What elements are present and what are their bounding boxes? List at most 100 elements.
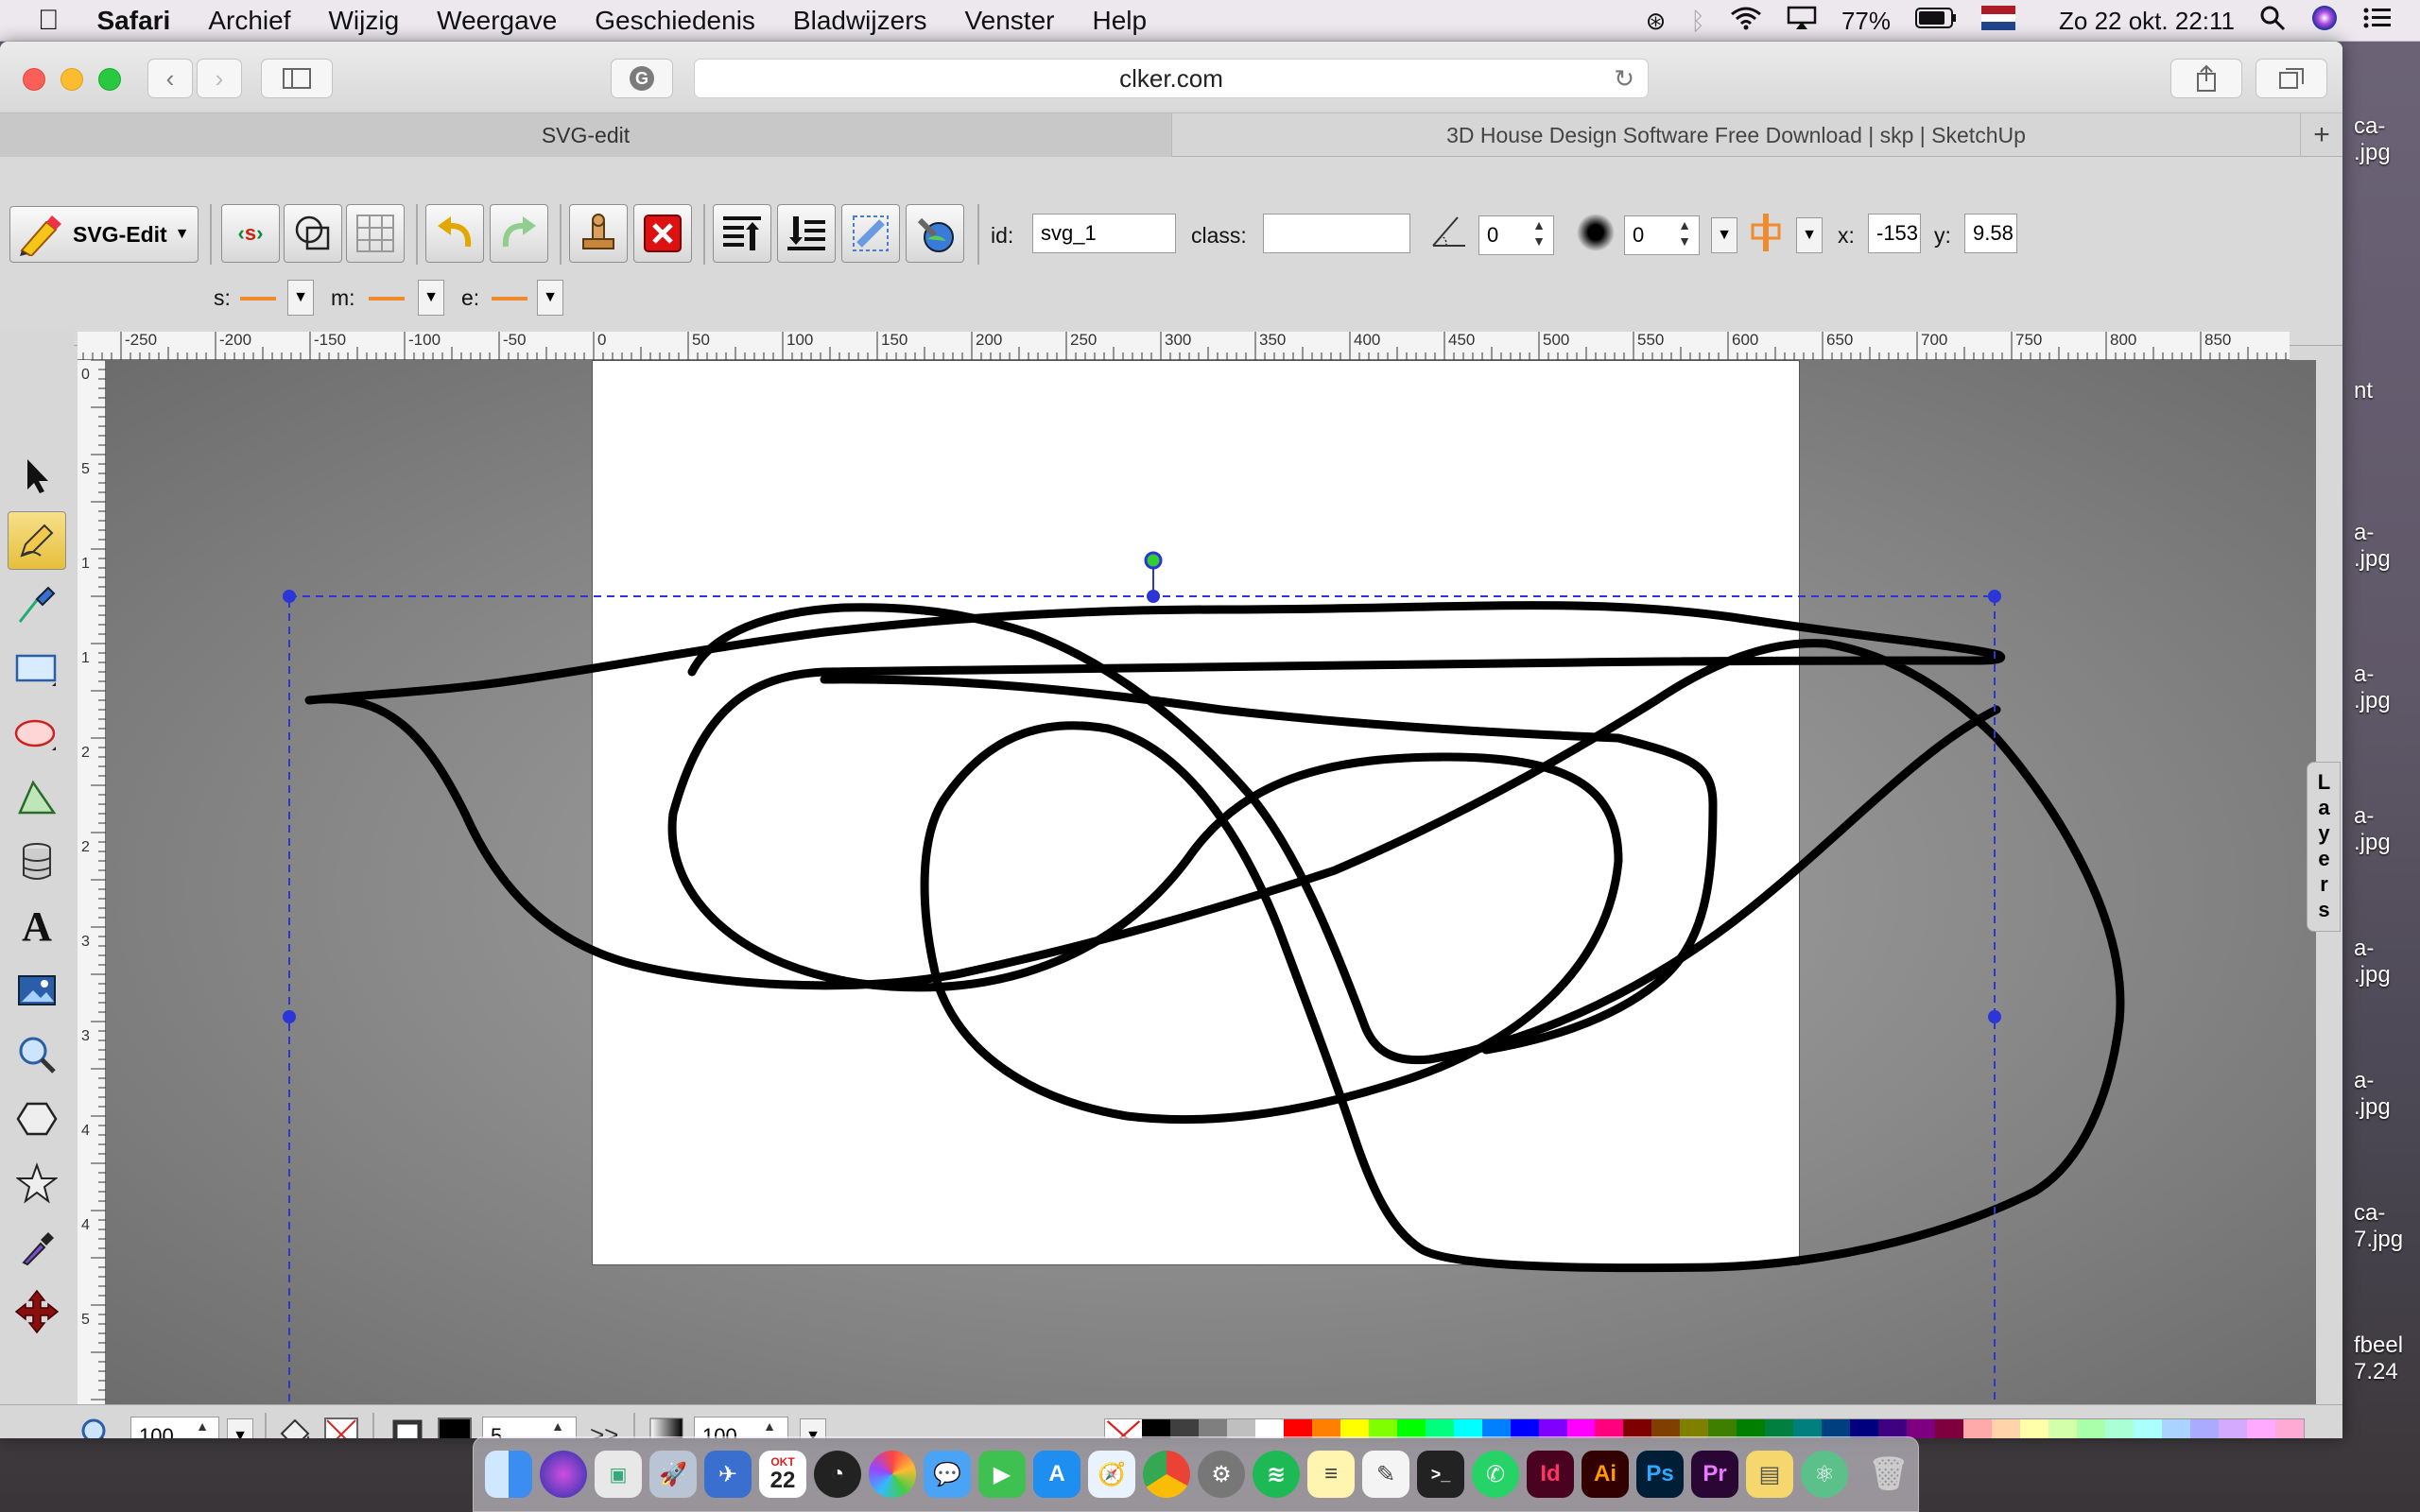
tab-svg-edit[interactable]: SVG-edit (0, 113, 1172, 157)
indesign-icon[interactable]: Id (1527, 1451, 1574, 1498)
bluetooth-icon[interactable]: ᛒ (1690, 7, 1705, 36)
notes-icon[interactable]: ≡ (1307, 1451, 1355, 1498)
calendar-icon[interactable]: OKT 22 (759, 1451, 806, 1498)
show-tabs-button[interactable] (2256, 59, 2327, 98)
finder-icon[interactable] (485, 1451, 532, 1498)
terminal-icon[interactable]: >_ (1417, 1451, 1464, 1498)
marker-end-dropdown[interactable]: ▼ (537, 280, 563, 316)
move-to-bottom-button[interactable] (777, 204, 836, 263)
menu-weergave[interactable]: Weergave (437, 6, 557, 36)
menu-geschiedenis[interactable]: Geschiedenis (595, 6, 755, 36)
notification-center-icon[interactable] (2363, 7, 2392, 36)
close-window-button[interactable] (23, 68, 45, 91)
palette-swatch[interactable] (2020, 1419, 2048, 1438)
trash-icon[interactable]: 🗑 (1865, 1451, 1912, 1498)
ellipse-tool[interactable] (8, 704, 66, 763)
opacity-spinner[interactable]: ▲▼ (762, 1418, 777, 1438)
palette-none-swatch[interactable] (1105, 1419, 1142, 1438)
rectangle-tool[interactable] (8, 640, 66, 698)
marker-mid-dropdown[interactable]: ▼ (418, 280, 444, 316)
battery-icon[interactable] (1915, 7, 1957, 36)
photoshop-icon[interactable]: Ps (1636, 1451, 1684, 1498)
palette-swatch[interactable] (2048, 1419, 2077, 1438)
app-menu-safari[interactable]: Safari (97, 6, 171, 36)
menu-bladwijzers[interactable]: Bladwijzers (793, 6, 927, 36)
atom-icon[interactable]: ⚛ (1801, 1451, 1848, 1498)
palette-swatch[interactable] (2133, 1419, 2162, 1438)
canvas-workarea[interactable] (106, 360, 2316, 1418)
palette-swatch[interactable] (1822, 1419, 1851, 1438)
extension-button[interactable]: G (611, 59, 673, 98)
menu-archief[interactable]: Archief (208, 6, 290, 36)
palette-swatch[interactable] (1368, 1419, 1397, 1438)
palette-swatch[interactable] (1992, 1419, 2020, 1438)
palette-swatch[interactable] (1737, 1419, 1766, 1438)
desktop-file[interactable]: a- .jpg (2354, 520, 2391, 573)
desktop-file[interactable]: fbeel 7.24 (2354, 1332, 2403, 1385)
shape-library-tool[interactable] (8, 1090, 66, 1148)
palette-swatch[interactable] (1396, 1419, 1426, 1438)
path-tool[interactable] (8, 768, 66, 827)
blur-dropdown[interactable]: ▼ (1711, 217, 1737, 253)
palette-swatch[interactable] (2161, 1419, 2190, 1438)
preview-icon[interactable]: ▣ (595, 1451, 642, 1498)
palette-swatch[interactable] (1453, 1419, 1482, 1438)
system-preferences-icon[interactable]: ⚙ (1198, 1451, 1245, 1498)
palette-swatch[interactable] (1226, 1419, 1255, 1438)
palette-swatch[interactable] (1963, 1419, 1993, 1438)
selection-handles[interactable] (283, 590, 2001, 1418)
address-bar[interactable]: clker.com ↻ (694, 59, 1649, 98)
freehand-tool[interactable] (8, 511, 66, 570)
image-tool[interactable] (8, 961, 66, 1020)
palette-swatch[interactable] (1340, 1419, 1369, 1438)
freehand-path[interactable] (304, 601, 2125, 1273)
palette-swatch[interactable] (2274, 1419, 2304, 1438)
palette-swatch[interactable] (1283, 1419, 1312, 1438)
clone-button[interactable] (569, 204, 628, 263)
menubar-clock[interactable]: Zo 22 okt. 22:11 (2059, 7, 2235, 36)
database-tool[interactable] (8, 833, 66, 891)
stroke-tool-icon[interactable] (391, 1418, 424, 1438)
palette-swatch[interactable] (2104, 1419, 2134, 1438)
palette-swatch[interactable] (1566, 1419, 1596, 1438)
palette-swatch[interactable] (1680, 1419, 1709, 1438)
wireframe-button[interactable] (284, 204, 342, 263)
share-button[interactable] (2170, 59, 2242, 98)
desktop-file[interactable]: a- .jpg (2354, 936, 2391, 988)
textedit-icon[interactable]: ✎ (1362, 1451, 1409, 1498)
palette-swatch[interactable] (1198, 1419, 1227, 1438)
desktop-file[interactable]: nt (2354, 378, 2373, 404)
undo-button[interactable] (425, 204, 484, 263)
palette-swatch[interactable] (1708, 1419, 1737, 1438)
fill-tool-icon[interactable] (276, 1417, 314, 1438)
palette-swatch[interactable] (1878, 1419, 1908, 1438)
photos-icon[interactable] (869, 1451, 916, 1498)
fill-color-swatch[interactable] (323, 1417, 359, 1438)
palette-swatch[interactable] (1481, 1419, 1511, 1438)
spotify-icon[interactable]: ≋ (1253, 1451, 1300, 1498)
airplay-icon[interactable] (1787, 6, 1817, 37)
illustrator-icon[interactable]: Ai (1582, 1451, 1629, 1498)
siri-icon[interactable] (540, 1451, 587, 1498)
apple-menu-icon[interactable]:  (38, 5, 60, 37)
layers-panel-toggle[interactable]: Layers (2307, 762, 2341, 932)
palette-swatch[interactable] (1425, 1419, 1454, 1438)
palette-swatch[interactable] (1907, 1419, 1936, 1438)
sidebar-toggle-button[interactable] (261, 59, 333, 98)
desktop-file[interactable]: ca- .jpg (2354, 113, 2391, 166)
id-input[interactable]: svg_1 (1032, 214, 1176, 253)
marker-start-dropdown[interactable]: ▼ (287, 280, 314, 316)
palette-swatch[interactable] (1651, 1419, 1681, 1438)
palette-swatch[interactable] (1538, 1419, 1567, 1438)
stroke-width-spinner[interactable]: ▲▼ (550, 1418, 565, 1438)
stroke-color-swatch[interactable] (437, 1417, 473, 1438)
delete-button[interactable] (633, 204, 692, 263)
star-tool[interactable] (8, 1154, 66, 1212)
svg-source-button[interactable]: ‹s› (221, 204, 280, 263)
color-palette[interactable] (1104, 1418, 2305, 1438)
x-input[interactable]: -153 (1868, 214, 1921, 253)
flag-nl-icon[interactable] (1981, 5, 2016, 37)
photo-app-icon[interactable]: ✈ (704, 1451, 752, 1498)
line-tool[interactable] (8, 576, 66, 634)
move-to-top-button[interactable] (713, 204, 771, 263)
